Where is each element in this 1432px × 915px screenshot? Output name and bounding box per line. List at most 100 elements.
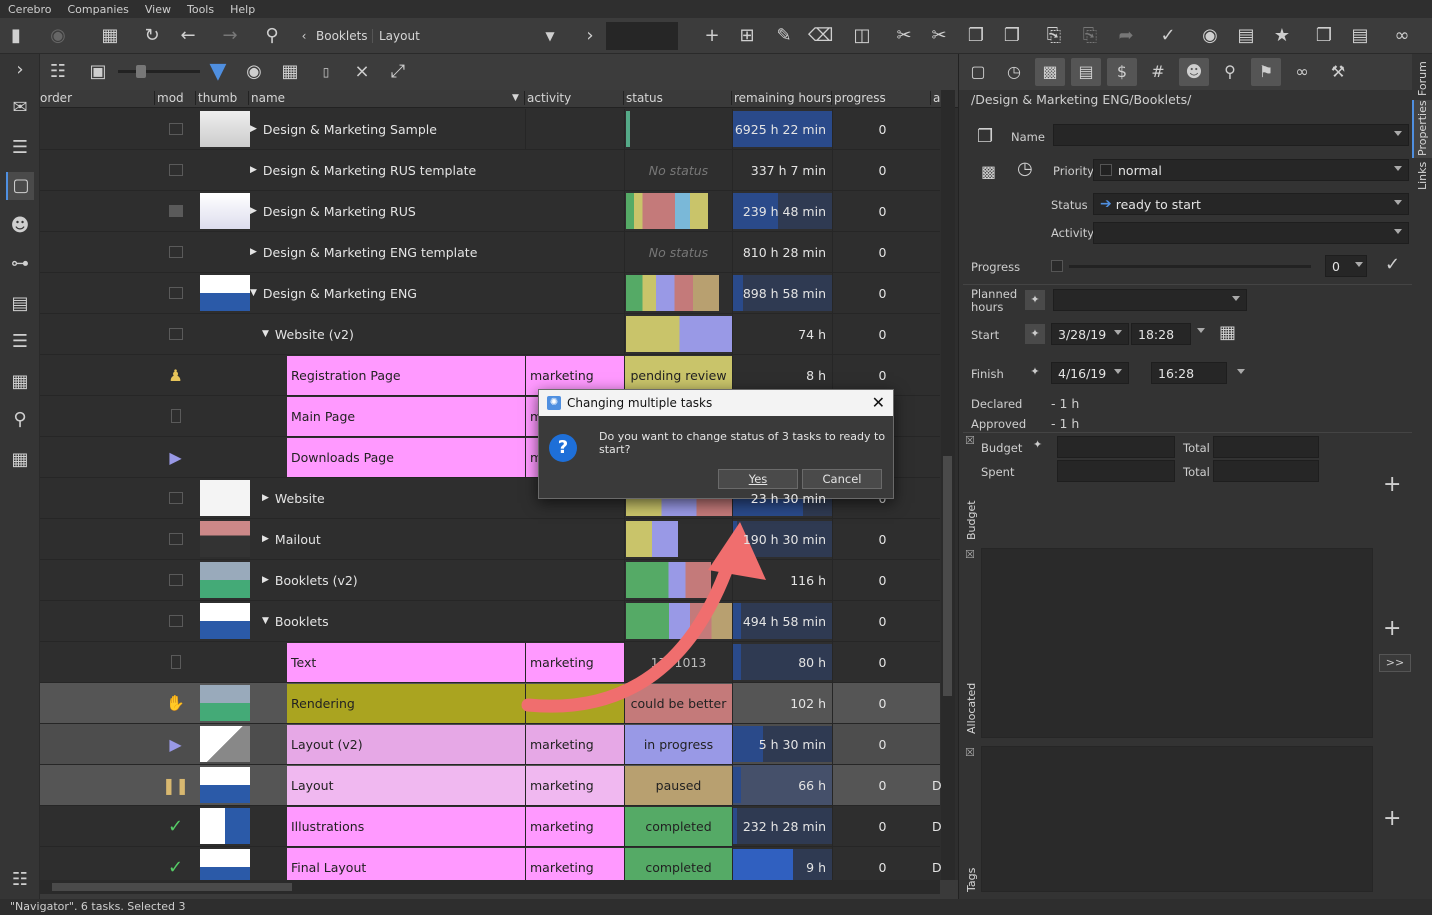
tab-links[interactable]: Links: [1416, 162, 1429, 190]
users-icon[interactable]: ☻: [6, 212, 34, 240]
expand-arrow-icon[interactable]: ▶: [250, 124, 257, 134]
collapse-arrow-icon[interactable]: ▼: [262, 616, 269, 626]
thumbnail[interactable]: [200, 849, 250, 880]
thumbnail[interactable]: [200, 685, 250, 721]
finish-date-field[interactable]: 4/16/19: [1051, 362, 1129, 384]
gantt-tab-icon[interactable]: ▤: [1071, 58, 1101, 86]
list-icon[interactable]: ☰: [6, 328, 34, 356]
trash-icon[interactable]: ⌫: [808, 24, 833, 48]
pencil-icon[interactable]: ✎: [772, 24, 796, 48]
close-budget-icon[interactable]: ☒: [965, 434, 975, 447]
alert-icon[interactable]: ▮: [4, 24, 28, 48]
thumbnail[interactable]: [200, 808, 250, 844]
vertical-scrollbar[interactable]: [941, 90, 955, 880]
col-order[interactable]: order: [40, 91, 72, 105]
menu-tools[interactable]: Tools: [179, 3, 222, 16]
col-progress[interactable]: progress: [831, 91, 886, 105]
table-row[interactable]: ▶ Design & Marketing RUS template No stat…: [40, 150, 940, 191]
filter-icon[interactable]: ▼: [206, 60, 230, 84]
task-status[interactable]: in progress: [624, 725, 732, 764]
chart-tab-icon[interactable]: ▩: [1035, 58, 1065, 86]
slider-handle[interactable]: [136, 65, 146, 78]
duplicate-icon[interactable]: ❐: [1312, 24, 1336, 48]
breadcrumb-layout[interactable]: Layout: [379, 29, 420, 43]
thumbnail[interactable]: [200, 193, 250, 229]
progress-value[interactable]: 0: [1325, 255, 1367, 277]
copy-link-icon[interactable]: ❐: [1000, 24, 1024, 48]
close-icon[interactable]: ✕: [872, 393, 885, 412]
start-time-dropdown-icon[interactable]: [1197, 328, 1205, 333]
link-tab-icon[interactable]: ∞: [1287, 58, 1317, 86]
thumb-size-slider[interactable]: [118, 65, 200, 78]
checklist-icon[interactable]: ☰: [6, 134, 34, 162]
task-status[interactable]: paused: [624, 766, 732, 805]
more-button[interactable]: >>: [1379, 654, 1411, 672]
progress-checkbox[interactable]: [1051, 260, 1063, 272]
xls-icon[interactable]: ▯: [314, 60, 338, 84]
split-icon[interactable]: ▤: [1348, 24, 1372, 48]
col-thumb[interactable]: thumb: [195, 91, 237, 105]
expand-arrow-icon[interactable]: ▶: [262, 575, 269, 585]
horizontal-scrollbar[interactable]: [40, 880, 940, 894]
cut-icon[interactable]: ✂: [892, 24, 916, 48]
tab-properties[interactable]: Properties: [1416, 100, 1429, 156]
pin-icon[interactable]: ✦: [1025, 290, 1045, 310]
grid-view-icon[interactable]: ▦: [6, 446, 34, 474]
copy-icon[interactable]: ❐: [964, 24, 988, 48]
refresh-icon[interactable]: ↻: [140, 24, 164, 48]
status-select[interactable]: ➔ ready to start: [1093, 193, 1409, 215]
eye-icon[interactable]: ◉: [242, 60, 266, 84]
tags-box[interactable]: [981, 746, 1373, 892]
thumbnail[interactable]: [200, 726, 250, 762]
users-tab-icon[interactable]: ☻: [1179, 58, 1209, 86]
add-tag-icon[interactable]: +: [1383, 806, 1401, 831]
sort-arrow-icon[interactable]: ▼: [512, 93, 519, 103]
allocated-box[interactable]: [981, 548, 1373, 738]
wrench-tab-icon[interactable]: ⚒: [1323, 58, 1353, 86]
collapse-arrow-icon[interactable]: ▼: [250, 288, 257, 298]
table-row-selected[interactable]: ▶ Layout (v2) marketing in progress 5 h …: [40, 724, 940, 765]
chat-icon[interactable]: ☷: [6, 866, 34, 894]
col-activity[interactable]: activity: [524, 91, 571, 105]
finish-pin-icon[interactable]: ✦: [1025, 362, 1045, 382]
thumbnail[interactable]: [200, 480, 250, 516]
folder-icon[interactable]: ▢: [6, 172, 34, 200]
table-row-selected[interactable]: ❚❚ Layout marketing paused 66 h 0 D: [40, 765, 942, 806]
dollar-tab-icon[interactable]: $: [1107, 58, 1137, 86]
priority-select[interactable]: normal: [1093, 159, 1409, 181]
back-icon[interactable]: ←: [176, 24, 200, 48]
table-row[interactable]: ✓ Final Layout marketing completed 9 h 0…: [40, 847, 942, 880]
table-row[interactable]: ▼ Booklets 494 h 58 min 0: [40, 601, 940, 642]
table-row[interactable]: ✓ Illustrations marketing completed 232 …: [40, 806, 942, 847]
thumbnail[interactable]: [200, 521, 250, 557]
col-hours[interactable]: remaining hours: [731, 91, 832, 105]
expand-arrow-icon[interactable]: ▶: [262, 493, 269, 503]
thumbnail[interactable]: [200, 767, 250, 803]
task-status[interactable]: No status: [624, 232, 732, 272]
forward-icon[interactable]: →: [218, 24, 242, 48]
collapse-icon[interactable]: ⨯: [350, 60, 374, 84]
bulb-icon[interactable]: ◉: [46, 24, 70, 48]
close-allocated-icon[interactable]: ☒: [965, 548, 975, 561]
finish-time-field[interactable]: 16:28: [1151, 362, 1227, 384]
table-row[interactable]: Text marketing 1741013 80 h 0: [40, 642, 940, 683]
add-icon[interactable]: +: [700, 24, 724, 48]
table-row[interactable]: ▶ Design & Marketing RUS 239 h 48 min 0: [40, 191, 940, 232]
spent-field[interactable]: [1057, 460, 1175, 482]
scroll-thumb[interactable]: [943, 456, 952, 696]
close-tags-icon[interactable]: ☒: [965, 746, 975, 759]
task-status[interactable]: completed: [624, 848, 732, 880]
table-row[interactable]: ▼ Website (v2) 74 h 0: [40, 314, 940, 355]
col-status[interactable]: status: [623, 91, 663, 105]
expand-panel-icon[interactable]: ›: [6, 56, 34, 84]
spent-total-field[interactable]: [1213, 460, 1319, 482]
link-broken-icon[interactable]: ∞: [1390, 24, 1414, 48]
col-name[interactable]: name: [248, 91, 285, 105]
search-nav-icon[interactable]: ⚲: [6, 406, 34, 434]
menu-companies[interactable]: Companies: [60, 3, 137, 16]
task-status[interactable]: [624, 273, 732, 313]
redo-icon[interactable]: ➦: [1114, 24, 1138, 48]
search-icon[interactable]: ⚲: [260, 24, 284, 48]
task-status[interactable]: [624, 314, 733, 354]
add-budget-icon[interactable]: +: [1383, 472, 1401, 497]
